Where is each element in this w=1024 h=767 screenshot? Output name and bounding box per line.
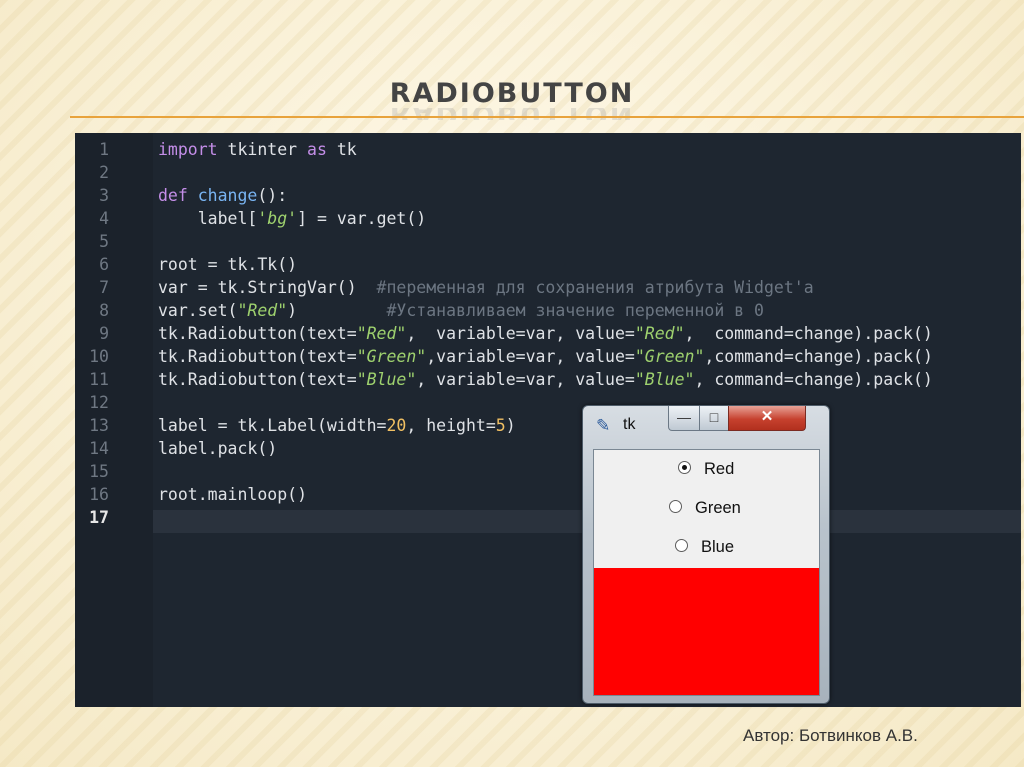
code-token: "Blue" [634, 370, 695, 389]
radio-circle-icon[interactable] [669, 500, 682, 514]
line-number: 10 [89, 347, 109, 366]
code-token: "Red" [634, 324, 685, 343]
code-token: label.pack() [158, 439, 278, 458]
code-token: def [158, 186, 188, 205]
code-text: def change(): [158, 184, 287, 207]
line-number: 4 [99, 209, 109, 228]
code-text: root.mainloop() [158, 483, 307, 506]
code-text: label['bg'] = var.get() [158, 207, 427, 230]
line-number: 12 [89, 393, 109, 412]
code-token: change [197, 186, 258, 205]
code-token: "Red" [356, 324, 407, 343]
code-token: root = tk.Tk() [158, 255, 298, 274]
tk-app-window[interactable]: ✎ tk — □ ✕ Red Green Blue [582, 405, 830, 704]
color-label [594, 568, 819, 695]
line-number: 9 [99, 324, 109, 343]
line-number: 14 [89, 439, 109, 458]
code-token: ] = var.get() [297, 209, 427, 228]
code-token: import [158, 140, 218, 159]
code-token: , variable=var, value= [416, 370, 635, 389]
window-titlebar[interactable]: ✎ tk — □ ✕ [583, 406, 829, 444]
line-number: 8 [99, 301, 109, 320]
code-token: var.set( [158, 301, 238, 320]
slide-title-reflection: RADIOBUTTON [0, 108, 1024, 120]
code-token: #переменная для сохранения атрибута Widg… [376, 278, 814, 297]
radio-label: Red [704, 460, 735, 478]
line-number: 7 [99, 278, 109, 297]
title-underline [70, 116, 1024, 118]
line-number: 13 [89, 416, 109, 435]
slide-title: RADIOBUTTON [389, 78, 635, 109]
radio-circle-icon[interactable] [675, 539, 688, 553]
window-client-area: Red Green Blue [593, 449, 820, 696]
code-token: "Green" [356, 347, 427, 366]
code-token: , variable=var, value= [406, 324, 635, 343]
code-token: , command=change).pack() [684, 324, 933, 343]
code-text: tk.Radiobutton(text="Red", variable=var,… [158, 322, 933, 345]
author-credit: Автор: Ботвинков А.В. [743, 726, 918, 745]
code-token: ) [505, 416, 516, 435]
code-text: var = tk.StringVar() #переменная для сох… [158, 276, 814, 299]
line-number: 5 [99, 232, 109, 251]
line-number: 6 [99, 255, 109, 274]
code-text: label = tk.Label(width=20, height=5) [158, 414, 516, 437]
code-text: tk.Radiobutton(text="Green",variable=var… [158, 345, 933, 368]
code-token: tk.Radiobutton(text= [158, 324, 357, 343]
code-token: #Устанавливаем значение переменной в 0 [386, 301, 765, 320]
radio-blue[interactable]: Blue [675, 536, 734, 558]
code-token: "Blue" [356, 370, 417, 389]
code-token: , height= [406, 416, 496, 435]
code-token: , command=change).pack() [694, 370, 933, 389]
line-number: 2 [99, 163, 109, 182]
feather-icon: ✎ [596, 416, 611, 435]
maximize-button[interactable]: □ [699, 406, 729, 431]
code-token: label[ [158, 209, 258, 228]
code-token: tk.Radiobutton(text= [158, 347, 357, 366]
code-token: tk [326, 140, 357, 159]
radio-label: Blue [701, 538, 735, 556]
close-button[interactable]: ✕ [728, 406, 806, 431]
code-token: 5 [495, 416, 506, 435]
code-editor[interactable]: 1 import tkinter as tk 2 3 def change(): 4 la… [75, 133, 1021, 707]
line-number: 16 [89, 485, 109, 504]
code-token: root.mainloop() [158, 485, 308, 504]
code-token: tkinter [217, 140, 308, 159]
line-number: 3 [99, 186, 109, 205]
code-token: tk.Radiobutton(text= [158, 370, 357, 389]
code-token: (): [257, 186, 288, 205]
radio-label: Green [695, 499, 741, 517]
line-number: 11 [89, 370, 109, 389]
code-token: 'bg' [257, 209, 298, 228]
radio-red[interactable]: Red [678, 458, 734, 480]
code-text: import tkinter as tk [158, 138, 357, 161]
code-token: as [307, 140, 327, 159]
code-token: "Green" [634, 347, 705, 366]
radio-green[interactable]: Green [669, 497, 741, 519]
code-text: var.set("Red") #Устанавливаем значение п… [158, 299, 764, 322]
code-token: label = tk.Label(width= [158, 416, 387, 435]
line-number: 1 [99, 140, 109, 159]
code-token: 20 [386, 416, 407, 435]
code-token: ,variable=var, value= [426, 347, 635, 366]
radio-circle-icon[interactable] [678, 461, 691, 475]
code-text: root = tk.Tk() [158, 253, 297, 276]
line-number: 17 [89, 508, 109, 527]
code-text: tk.Radiobutton(text="Blue", variable=var… [158, 368, 933, 391]
code-token: ,command=change).pack() [704, 347, 933, 366]
minimize-button[interactable]: — [668, 406, 700, 431]
code-token: var = tk.StringVar() [158, 278, 377, 297]
code-text: label.pack() [158, 437, 277, 460]
code-token: "Red" [237, 301, 288, 320]
code-token: ) [287, 301, 387, 320]
window-title: tk [623, 416, 636, 433]
line-number: 15 [89, 462, 109, 481]
